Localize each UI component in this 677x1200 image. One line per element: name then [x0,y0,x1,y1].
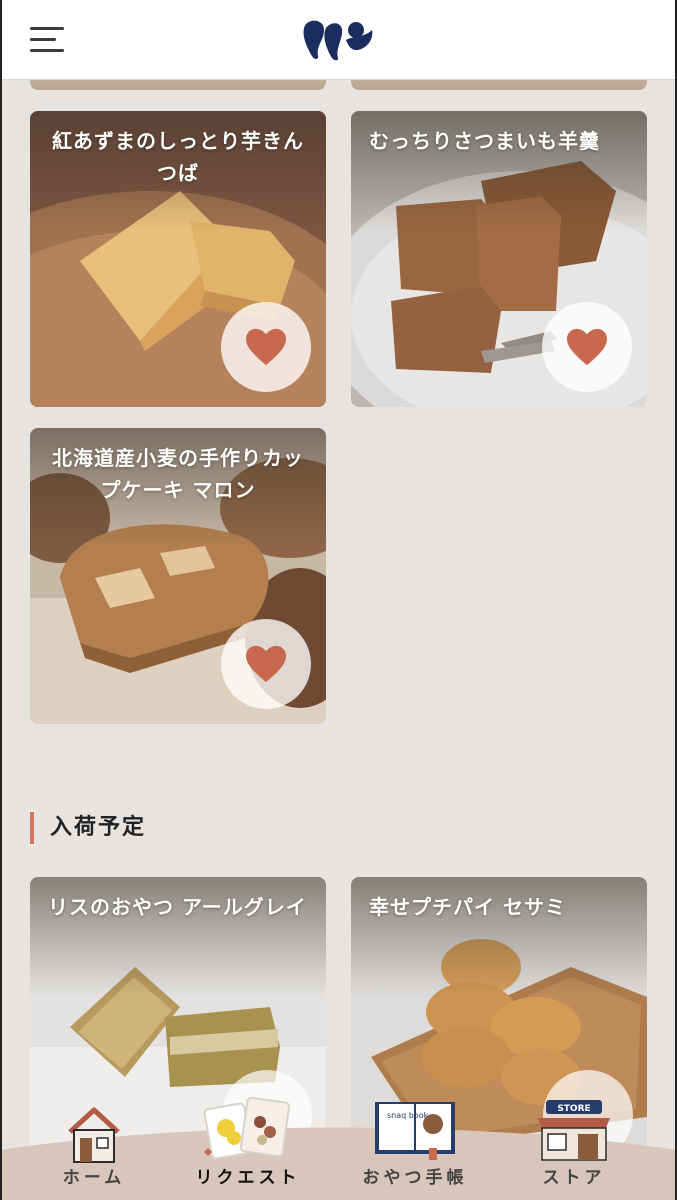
product-card[interactable]: 紅あずまのしっとり芋きんつば [30,111,326,407]
bottom-navigation: ホーム リクエスト snaq book おやつ手帳 STORE ストア [0,1096,677,1200]
nav-label-home: ホーム [62,1168,126,1188]
heart-icon [246,645,286,683]
house-icon [68,1107,120,1163]
nav-item-request[interactable]: リクエスト [168,1060,328,1200]
device-frame-left [0,0,2,1200]
heart-icon [567,328,607,366]
product-card[interactable]: 北海道産小麦の手作りカップケーキ マロン [30,428,326,724]
store-icon: STORE [538,1100,610,1161]
app-header [0,0,677,80]
favorite-button[interactable] [221,302,311,392]
nav-item-store[interactable]: STORE ストア [494,1060,654,1200]
favorite-button[interactable] [221,619,311,709]
store-icon-text: STORE [557,1104,590,1114]
nav-label-snack-book: おやつ手帳 [362,1168,468,1188]
product-title: リスのおやつ アールグレイ [48,895,307,919]
nav-label-request: リクエスト [195,1168,301,1188]
product-title: 幸せプチパイ セサミ [369,895,566,919]
product-title: むっちりさつまいも羊羹 [369,129,600,153]
nav-item-snack-book[interactable]: snaq book おやつ手帳 [335,1060,495,1200]
section-title-upcoming: 入荷予定 [30,812,146,844]
product-title: 紅あずまのしっとり芋きんつば [52,129,304,185]
favorite-button[interactable] [542,302,632,392]
heart-icon [246,328,286,366]
hamburger-menu-icon[interactable] [30,24,66,54]
request-cards-icon [203,1096,291,1160]
product-title: 北海道産小麦の手作りカップケーキ マロン [52,446,304,502]
product-card[interactable]: むっちりさつまいも羊羹 [351,111,647,407]
nav-item-home[interactable]: ホーム [14,1060,174,1200]
brand-logo-icon[interactable] [302,16,376,62]
snack-book-icon: snaq book [375,1102,455,1160]
nav-label-store: ストア [542,1168,606,1188]
snack-book-icon-text: snaq book [387,1111,429,1120]
